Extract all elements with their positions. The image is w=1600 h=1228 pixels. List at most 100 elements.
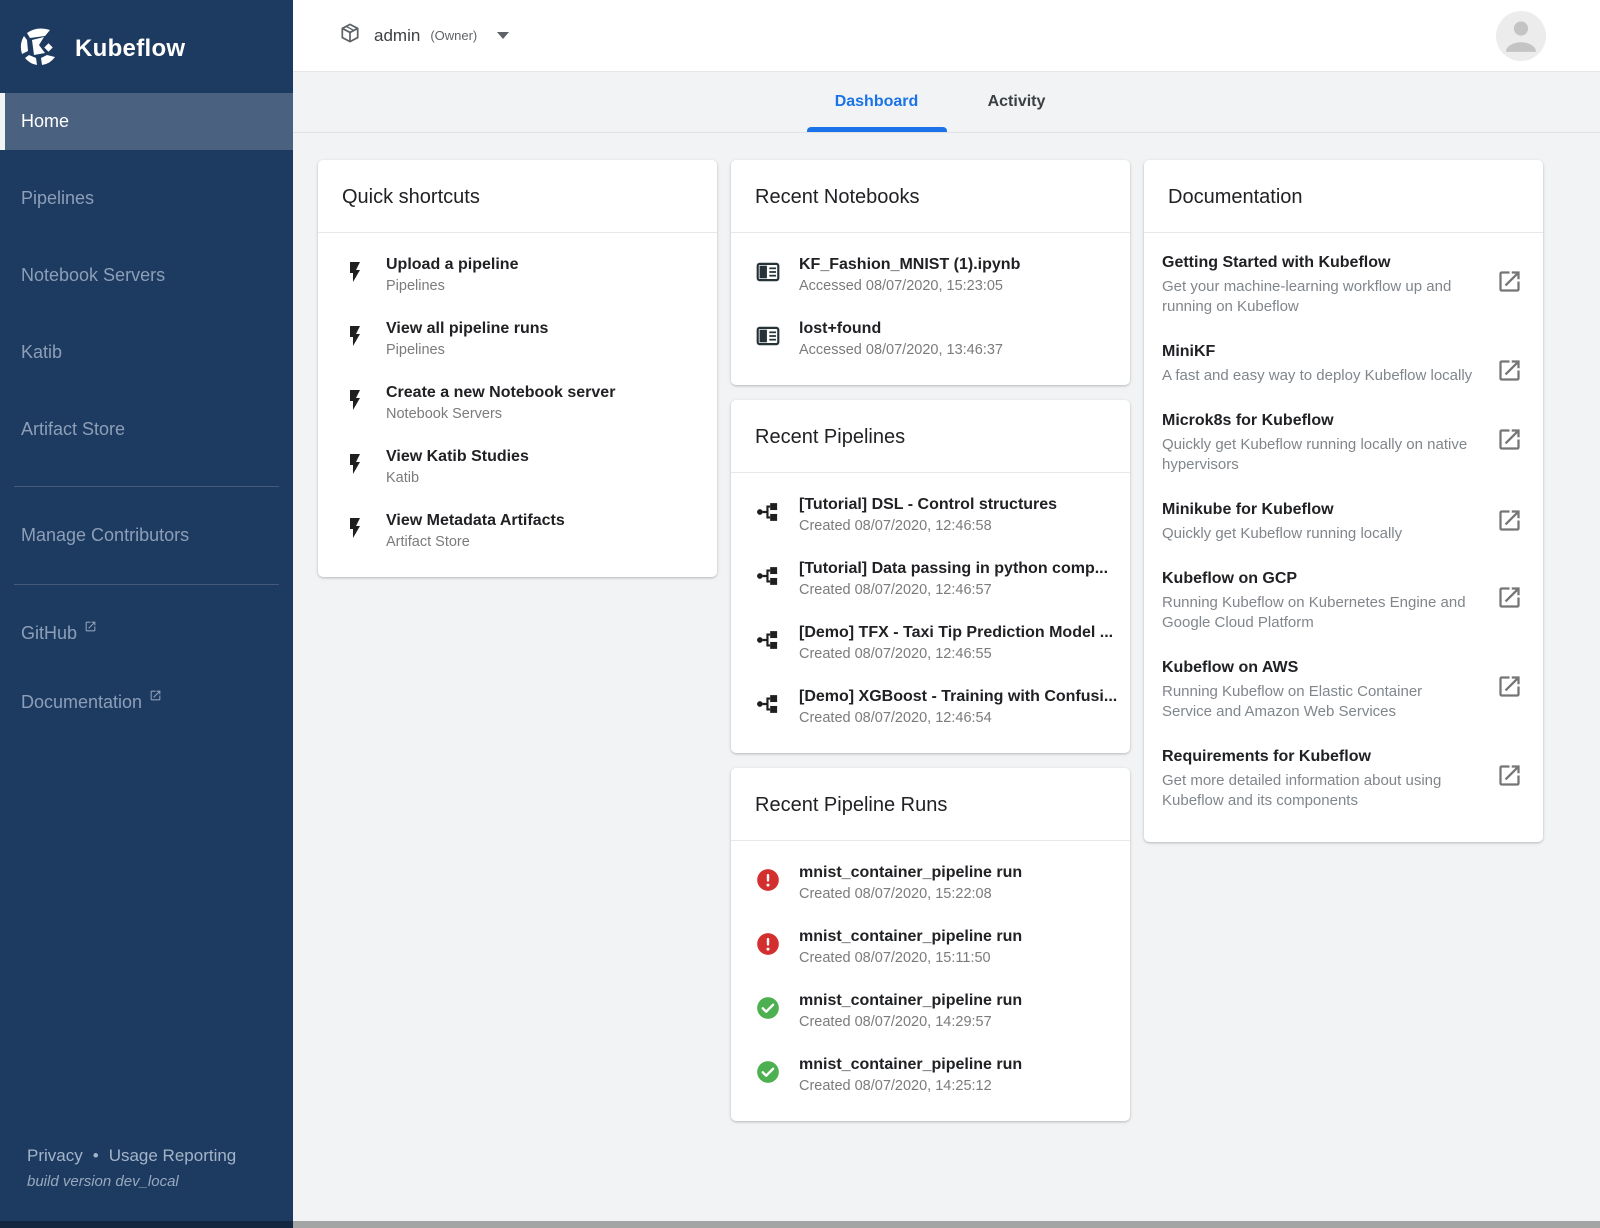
kubeflow-dashboard: Kubeflow Home Pipelines Notebook Servers…: [0, 0, 1600, 1228]
sidebar-item-manage-contributors[interactable]: Manage Contributors: [0, 507, 293, 564]
card-title: Quick shortcuts: [318, 160, 717, 232]
pipeline-item[interactable]: [Demo] TFX - Taxi Tip Prediction Model .…: [731, 611, 1130, 675]
doc-title: Requirements for Kubeflow: [1162, 748, 1474, 766]
pipeline-item[interactable]: [Demo] XGBoost - Training with Confusi..…: [731, 675, 1130, 739]
column-middle: Recent Notebooks KF_Fashion_MNIST (1).ip…: [731, 160, 1130, 1121]
pipeline-run-item[interactable]: mnist_container_pipeline run Created 08/…: [731, 851, 1130, 915]
card-recent-pipeline-runs: Recent Pipeline Runs mnist_container_pip…: [731, 768, 1130, 1121]
item-title: View Katib Studies: [386, 448, 707, 466]
column-right: Documentation Getting Started with Kubef…: [1144, 160, 1543, 842]
namespace-selector[interactable]: admin (Owner): [339, 22, 509, 49]
bullet-separator: •: [93, 1146, 99, 1166]
pipeline-run-item[interactable]: mnist_container_pipeline run Created 08/…: [731, 915, 1130, 979]
doc-link-minikf[interactable]: MiniKF A fast and easy way to deploy Kub…: [1144, 330, 1543, 399]
item-title: KF_Fashion_MNIST (1).ipynb: [799, 256, 1120, 274]
pipeline-icon: [755, 499, 781, 525]
shortcut-upload-pipeline[interactable]: Upload a pipeline Pipelines: [318, 243, 717, 307]
doc-link-minikube[interactable]: Minikube for Kubeflow Quickly get Kubefl…: [1144, 488, 1543, 557]
pipeline-item[interactable]: [Tutorial] Data passing in python comp..…: [731, 547, 1130, 611]
namespace-name: admin: [374, 26, 420, 46]
pipeline-run-item[interactable]: mnist_container_pipeline run Created 08/…: [731, 979, 1130, 1043]
item-title: Create a new Notebook server: [386, 384, 707, 402]
card-title: Documentation: [1144, 160, 1543, 232]
kubeflow-logo[interactable]: Kubeflow: [0, 0, 293, 80]
doc-link-microk8s[interactable]: Microk8s for Kubeflow Quickly get Kubefl…: [1144, 399, 1543, 488]
card-title: Recent Pipeline Runs: [731, 768, 1130, 840]
window-bottom-edge: [0, 1221, 1600, 1228]
doc-desc: Running Kubeflow on Elastic Container Se…: [1162, 682, 1474, 722]
open-in-new-icon: [1496, 268, 1523, 295]
item-subtitle: Created 08/07/2020, 12:46:55: [799, 646, 1120, 662]
item-subtitle: Created 08/07/2020, 12:46:57: [799, 582, 1120, 598]
notebook-item[interactable]: lost+found Accessed 08/07/2020, 13:46:37: [731, 307, 1130, 371]
item-title: Upload a pipeline: [386, 256, 707, 274]
pipeline-icon: [755, 627, 781, 653]
bolt-icon: [342, 323, 368, 349]
sidebar-item-label: GitHub: [21, 623, 77, 644]
notebook-item[interactable]: KF_Fashion_MNIST (1).ipynb Accessed 08/0…: [731, 243, 1130, 307]
pipeline-run-item[interactable]: mnist_container_pipeline run Created 08/…: [731, 1043, 1130, 1107]
doc-desc: Get your machine-learning workflow up an…: [1162, 277, 1474, 317]
open-in-new-icon: [1496, 762, 1523, 789]
sidebar-item-notebook-servers[interactable]: Notebook Servers: [0, 247, 293, 304]
item-title: mnist_container_pipeline run: [799, 864, 1120, 882]
doc-title: Minikube for Kubeflow: [1162, 501, 1474, 519]
logo-wordmark: Kubeflow: [75, 35, 185, 63]
sidebar-item-label: Home: [21, 111, 69, 132]
sidebar-item-pipelines[interactable]: Pipelines: [0, 170, 293, 227]
item-title: mnist_container_pipeline run: [799, 1056, 1120, 1074]
card-recent-notebooks: Recent Notebooks KF_Fashion_MNIST (1).ip…: [731, 160, 1130, 385]
open-in-new-icon: [1496, 426, 1523, 453]
item-subtitle: Created 08/07/2020, 15:22:08: [799, 886, 1120, 902]
item-subtitle: Created 08/07/2020, 12:46:54: [799, 710, 1120, 726]
item-subtitle: Artifact Store: [386, 534, 707, 550]
column-left: Quick shortcuts Upload a pipeline Pipeli…: [318, 160, 717, 577]
sidebar-item-home[interactable]: Home: [0, 93, 293, 150]
doc-desc: Quickly get Kubeflow running locally: [1162, 524, 1474, 544]
doc-link-kubeflow-aws[interactable]: Kubeflow on AWS Running Kubeflow on Elas…: [1144, 646, 1543, 735]
sidebar-item-katib[interactable]: Katib: [0, 324, 293, 381]
sidebar-item-label: Katib: [21, 342, 62, 363]
doc-desc: Running Kubeflow on Kubernetes Engine an…: [1162, 593, 1474, 633]
notebook-icon: [755, 259, 781, 285]
item-title: [Tutorial] DSL - Control structures: [799, 496, 1120, 514]
sidebar-item-artifact-store[interactable]: Artifact Store: [0, 401, 293, 458]
namespace-role: (Owner): [430, 28, 477, 43]
sidebar-item-documentation[interactable]: Documentation: [0, 674, 293, 731]
open-in-new-icon: [84, 620, 97, 633]
item-subtitle: Pipelines: [386, 278, 707, 294]
tab-dashboard[interactable]: Dashboard: [807, 72, 947, 132]
item-subtitle: Created 08/07/2020, 14:25:12: [799, 1078, 1120, 1094]
doc-link-kubeflow-gcp[interactable]: Kubeflow on GCP Running Kubeflow on Kube…: [1144, 557, 1543, 646]
bolt-icon: [342, 451, 368, 477]
namespace-cube-icon: [339, 22, 361, 49]
item-title: [Demo] TFX - Taxi Tip Prediction Model .…: [799, 624, 1120, 642]
usage-reporting-link[interactable]: Usage Reporting: [109, 1146, 237, 1166]
build-version: build version dev_local: [27, 1173, 236, 1190]
sidebar-item-github[interactable]: GitHub: [0, 605, 293, 662]
shortcut-view-metadata-artifacts[interactable]: View Metadata Artifacts Artifact Store: [318, 499, 717, 563]
shortcut-create-notebook-server[interactable]: Create a new Notebook server Notebook Se…: [318, 371, 717, 435]
item-title: View Metadata Artifacts: [386, 512, 707, 530]
shortcut-view-pipeline-runs[interactable]: View all pipeline runs Pipelines: [318, 307, 717, 371]
tab-activity[interactable]: Activity: [947, 72, 1087, 132]
open-in-new-icon: [1496, 673, 1523, 700]
item-title: View all pipeline runs: [386, 320, 707, 338]
card-title: Recent Notebooks: [731, 160, 1130, 232]
sidebar-nav: Home Pipelines Notebook Servers Katib Ar…: [0, 93, 293, 458]
doc-link-getting-started[interactable]: Getting Started with Kubeflow Get your m…: [1144, 241, 1543, 330]
item-subtitle: Pipelines: [386, 342, 707, 358]
sidebar-item-label: Notebook Servers: [21, 265, 165, 286]
bolt-icon: [342, 387, 368, 413]
item-title: lost+found: [799, 320, 1120, 338]
doc-title: Microk8s for Kubeflow: [1162, 412, 1474, 430]
tab-label: Dashboard: [835, 93, 919, 111]
doc-link-requirements[interactable]: Requirements for Kubeflow Get more detai…: [1144, 735, 1543, 824]
shortcut-view-katib-studies[interactable]: View Katib Studies Katib: [318, 435, 717, 499]
privacy-link[interactable]: Privacy: [27, 1146, 83, 1166]
tab-label: Activity: [988, 93, 1046, 111]
pipeline-item[interactable]: [Tutorial] DSL - Control structures Crea…: [731, 483, 1130, 547]
avatar[interactable]: [1496, 11, 1546, 61]
item-subtitle: Accessed 08/07/2020, 13:46:37: [799, 342, 1120, 358]
item-title: mnist_container_pipeline run: [799, 928, 1120, 946]
